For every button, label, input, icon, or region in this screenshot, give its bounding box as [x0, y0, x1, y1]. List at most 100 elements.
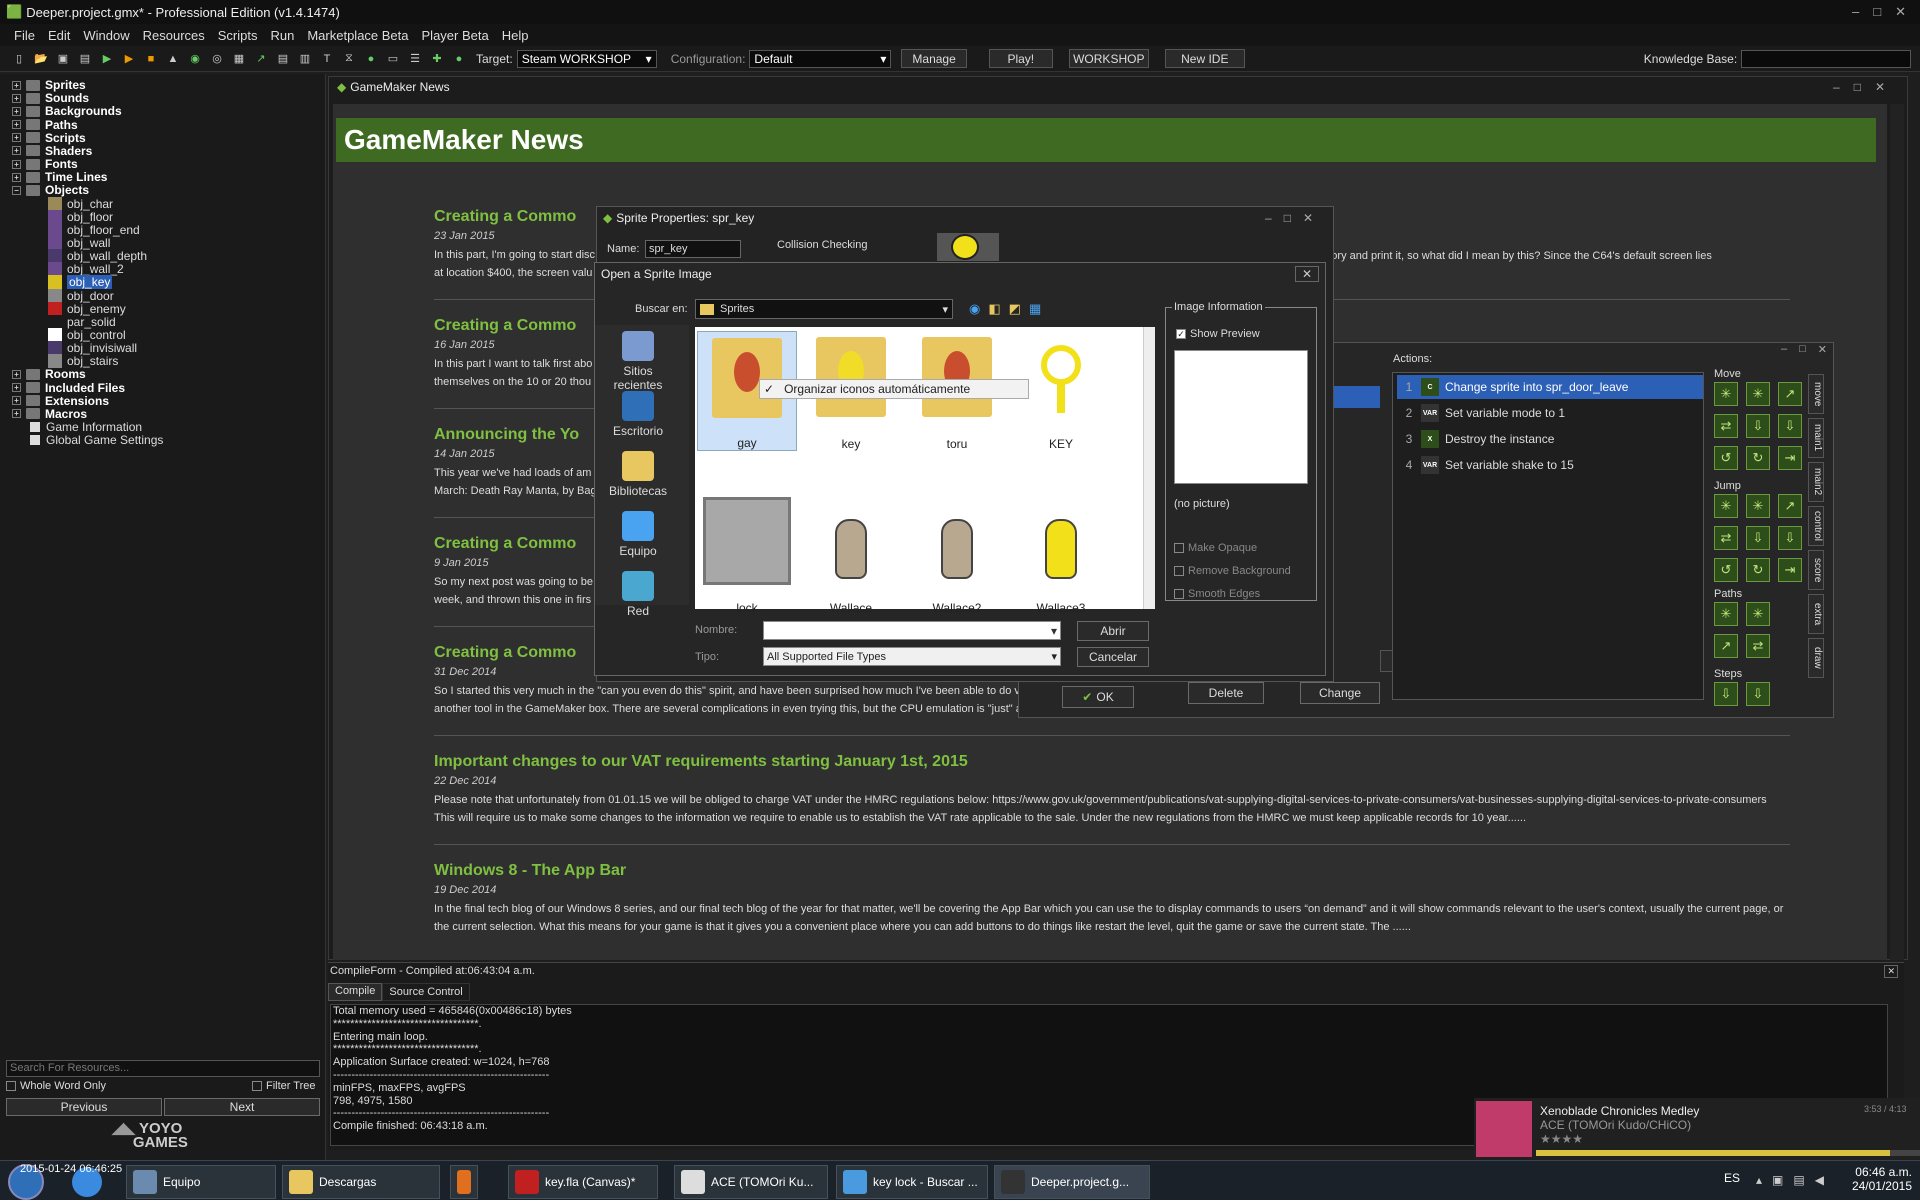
menu-scripts[interactable]: Scripts [218, 28, 258, 43]
add-font-icon[interactable]: T [318, 50, 336, 68]
previous-button[interactable]: Previous [6, 1098, 162, 1116]
track-rating[interactable]: ★★★★ [1540, 1132, 1583, 1146]
news-tab[interactable]: ◆ GameMaker News –□✕ [329, 77, 1907, 97]
action-button[interactable]: ⇩ [1746, 526, 1770, 550]
make-opaque-checkbox[interactable] [1174, 543, 1184, 554]
menu-run[interactable]: Run [270, 28, 294, 43]
action-row[interactable]: 3 X Destroy the instance [1397, 427, 1703, 451]
add-script-icon[interactable]: ▤ [274, 50, 292, 68]
up-folder-icon[interactable]: ◧ [988, 301, 1000, 317]
workshop-button[interactable]: WORKSHOP [1068, 49, 1149, 68]
expand-icon[interactable]: + [12, 396, 21, 406]
action-button[interactable]: ⇩ [1778, 414, 1802, 438]
ok-button[interactable]: ✔ OK [1062, 686, 1134, 708]
global-settings-icon[interactable]: ✚ [428, 50, 446, 68]
delete-button[interactable]: Delete [1188, 682, 1264, 704]
action-button[interactable]: ⇥ [1778, 558, 1802, 582]
expand-icon[interactable]: + [12, 369, 21, 379]
expand-icon[interactable]: + [12, 409, 21, 419]
show-preview-checkbox[interactable]: ✓ [1176, 329, 1186, 340]
taskbar-item[interactable] [450, 1165, 478, 1199]
make-opaque-option[interactable]: Make Opaque [1174, 542, 1257, 554]
library-tab-draw[interactable]: draw [1808, 638, 1824, 678]
sprite-name-input[interactable]: spr_key [645, 240, 741, 258]
action-button[interactable]: ⇄ [1714, 526, 1738, 550]
place-bibliotecas[interactable]: Bibliotecas [599, 451, 677, 498]
maximize-button[interactable]: □ [1873, 4, 1881, 20]
tray-icons[interactable]: ▴▣▤◀ [1756, 1173, 1834, 1187]
action-button[interactable]: ✳ [1714, 494, 1738, 518]
save-icon[interactable]: ▣ [54, 50, 72, 68]
expand-icon[interactable]: + [12, 172, 21, 182]
game-info-icon[interactable]: ☰ [406, 50, 424, 68]
add-background-icon[interactable]: ▦ [230, 50, 248, 68]
taskbar-item[interactable]: key.fla (Canvas)* [508, 1165, 658, 1199]
add-room-icon[interactable]: ▭ [384, 50, 402, 68]
file-item-Wallace[interactable]: Wallace [801, 495, 901, 615]
add-object-icon[interactable]: ● [362, 50, 380, 68]
taskbar-item[interactable]: key lock - Buscar ... [836, 1165, 988, 1199]
whole-word-option[interactable]: Whole Word Only [6, 1080, 106, 1092]
action-button[interactable]: ⇄ [1746, 634, 1770, 658]
file-item-lock[interactable]: lock [697, 495, 797, 615]
change-button[interactable]: Change [1300, 682, 1380, 704]
library-tab-score[interactable]: score [1808, 550, 1824, 590]
export-icon[interactable]: ▤ [76, 50, 94, 68]
action-button[interactable]: ✳ [1714, 602, 1738, 626]
place-sitios-recientes[interactable]: Sitios recientes [599, 331, 677, 392]
taskbar-item[interactable]: Equipo [126, 1165, 276, 1199]
tab-compile[interactable]: Compile [328, 983, 383, 1001]
action-button[interactable]: ✳ [1714, 382, 1738, 406]
play-button[interactable]: Play! [988, 49, 1053, 68]
expand-icon[interactable]: + [12, 80, 21, 90]
action-button[interactable]: ✳ [1746, 602, 1770, 626]
close-button[interactable]: ✕ [1895, 4, 1906, 20]
action-button[interactable]: ✳ [1746, 382, 1770, 406]
menu-player[interactable]: Player Beta [422, 28, 489, 43]
file-name-input[interactable]: ▾ [763, 621, 1061, 640]
menu-window[interactable]: Window [83, 28, 129, 43]
expand-icon[interactable]: + [12, 133, 21, 143]
help-icon[interactable]: ● [450, 50, 468, 68]
language-indicator[interactable]: ES [1724, 1171, 1740, 1185]
file-item-Wallace3[interactable]: Wallace3 [1011, 495, 1111, 615]
library-tab-control[interactable]: control [1808, 506, 1824, 546]
taskbar-item[interactable]: Descargas [282, 1165, 440, 1199]
track-progress[interactable] [1536, 1150, 1920, 1156]
stop-icon[interactable]: ■ [142, 50, 160, 68]
file-item-Wallace2[interactable]: Wallace2 [907, 495, 1007, 615]
filter-tree-option[interactable]: Filter Tree [252, 1080, 316, 1092]
show-preview-option[interactable]: ✓ Show Preview [1176, 328, 1260, 340]
next-button[interactable]: Next [164, 1098, 320, 1116]
back-icon[interactable]: ◉ [969, 301, 980, 317]
close-icon[interactable]: ✕ [1884, 964, 1898, 978]
view-menu-icon[interactable]: ▦ [1029, 301, 1041, 317]
place-red[interactable]: Red [599, 571, 677, 618]
menu-marketplace[interactable]: Marketplace Beta [307, 28, 408, 43]
menu-help[interactable]: Help [502, 28, 529, 43]
whole-word-checkbox[interactable] [6, 1081, 16, 1092]
action-button[interactable]: ⇩ [1778, 526, 1802, 550]
debug-icon[interactable]: ▶ [120, 50, 138, 68]
add-sprite-icon[interactable]: ◉ [186, 50, 204, 68]
tree-item-global-game-settings[interactable]: Global Game Settings [30, 432, 163, 448]
action-button[interactable]: ↗ [1714, 634, 1738, 658]
kb-input[interactable] [1741, 49, 1912, 68]
post-title[interactable]: Important changes to our VAT requirement… [434, 753, 1784, 771]
minimize-button[interactable]: – [1852, 4, 1859, 20]
library-tab-main1[interactable]: main1 [1808, 418, 1824, 458]
manage-button[interactable]: Manage [901, 49, 967, 68]
remove-background-checkbox[interactable] [1174, 566, 1184, 577]
open-button[interactable]: Abrir [1077, 621, 1149, 641]
collapse-icon[interactable]: − [12, 185, 21, 195]
expand-icon[interactable]: + [12, 106, 21, 116]
place-escritorio[interactable]: Escritorio [599, 391, 677, 438]
add-shader-icon[interactable]: ▥ [296, 50, 314, 68]
look-in-select[interactable]: Sprites ▾ [695, 299, 953, 319]
new-ide-button[interactable]: New IDE [1164, 49, 1245, 68]
add-path-icon[interactable]: ↗ [252, 50, 270, 68]
place-equipo[interactable]: Equipo [599, 511, 677, 558]
expand-icon[interactable]: + [12, 383, 21, 393]
news-window-controls[interactable]: –□✕ [1833, 80, 1907, 94]
tab-source-control[interactable]: Source Control [382, 983, 470, 1001]
